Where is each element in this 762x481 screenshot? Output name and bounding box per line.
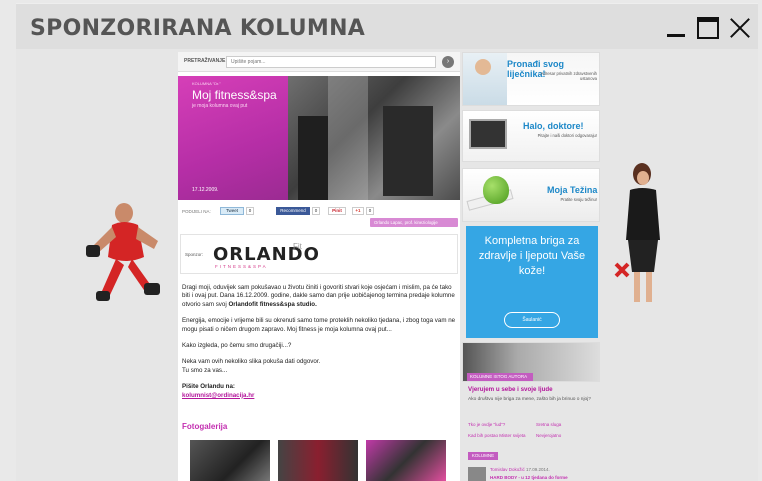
contact-email-link[interactable]: kolumnist@ordinacija.hr	[182, 392, 254, 399]
facebook-count: 0	[312, 207, 320, 215]
article-paragraph: Neka vam ovih nekoliko slika pokuša dati…	[182, 358, 321, 374]
gallery-thumbnail[interactable]	[190, 440, 270, 481]
author-avatar	[468, 467, 486, 481]
ask-doctor-subtitle: Pitajte i naši doktori odgovaraju!	[537, 133, 597, 138]
facebook-recommend-button[interactable]: Recommend	[276, 207, 310, 215]
article-contact: Pišite Orlandu na: kolumnist@ordinacija.h…	[182, 383, 255, 399]
google-plus-count: 0	[366, 207, 374, 215]
minimize-button[interactable]	[665, 17, 687, 39]
article-body: Dragi moji, oduvijek sam pokušavao u živ…	[182, 284, 456, 408]
laptop-image	[469, 119, 507, 149]
tweet-button[interactable]: Tweet	[220, 207, 244, 215]
sponsor-label: Sponzor:	[185, 252, 204, 257]
skin-care-ad-text: Kompletna briga za zdravlje i ljepotu Va…	[478, 235, 586, 277]
find-doctor-subtitle: Adresar privatnih zdravstvenih ustanova	[540, 71, 597, 81]
related-column-link[interactable]: Nevjerojatno	[536, 433, 561, 438]
related-column-link[interactable]: Sretna sluga	[536, 422, 561, 427]
related-column-link[interactable]: Tko je ovdje "lud"?	[468, 422, 505, 427]
list-item[interactable]: Tomislav Dokožić 17.09.2014. HARD BODY -…	[468, 465, 600, 481]
find-doctor-banner[interactable]: Pronađi svog liječnika! Adresar privatni…	[462, 52, 600, 106]
skin-care-ad-logo: Šaulanić	[504, 312, 560, 328]
main-column: PRETRAŽIVANJE › KOLUMNA "Dr." Moj fitnes…	[178, 52, 460, 481]
author-columns-tag: KOLUMNE ISTOG AUTORA	[467, 373, 533, 381]
article-paragraph: Dragi moji, oduvijek sam pokušavao u živ…	[182, 284, 455, 308]
gym-photo	[288, 76, 460, 200]
sponsor-logo: ORLANDO	[213, 244, 320, 265]
hero-banner[interactable]: KOLUMNA "Dr." Moj fitness&spa je moja ko…	[178, 76, 460, 200]
share-bar: PODIJELI NA: Tweet 0 Recommend 0 Pinit +…	[182, 206, 458, 218]
man-with-dumbbells-image	[86, 203, 160, 301]
google-plus-button[interactable]: +1	[352, 207, 364, 215]
arrow-right-icon[interactable]: ›	[442, 56, 454, 68]
search-label: PRETRAŽIVANJE	[184, 58, 226, 64]
hero-date: 17.12.2009.	[192, 187, 219, 193]
sponsor-box[interactable]: Sponzor: ORLANDO Fit FITNESS&SPA	[180, 234, 458, 274]
gallery-title: Fotogalerija	[182, 422, 228, 431]
close-button[interactable]	[729, 17, 751, 39]
ask-doctor-banner[interactable]: Halo, doktore! Pitajte i naši doktori od…	[462, 110, 600, 162]
article-paragraph: Energija, emocije i vrijeme bili su okre…	[182, 317, 456, 333]
gallery-thumbnail[interactable]	[278, 440, 358, 481]
hero-subtitle: je moja kolumna ovaj put	[192, 103, 248, 109]
author-tag[interactable]: Orlando Lapac, prof. kineziologije	[370, 218, 458, 227]
author-columns-banner[interactable]: KOLUMNE ISTOG AUTORA	[462, 342, 600, 382]
hero-title: Moj fitness&spa	[192, 88, 277, 102]
window-titlebar: SPONZORIRANA KOLUMNA	[16, 3, 758, 49]
related-column-link[interactable]: Kad bih postao Mister svijeta	[468, 433, 526, 438]
my-weight-subtitle: Pratite svoju težinu!	[560, 197, 597, 202]
sponsor-logo-sub: FITNESS&SPA	[215, 264, 268, 269]
hero-pink-panel: KOLUMNA "Dr." Moj fitness&spa je moja ko…	[178, 76, 288, 200]
ask-doctor-title: Halo, doktore!	[523, 121, 584, 131]
share-label: PODIJELI NA:	[182, 209, 211, 214]
featured-column-text: Ako društvu nije briga za mene, zašto bi…	[468, 397, 591, 402]
apple-image	[483, 176, 509, 204]
tweet-count: 0	[246, 207, 254, 215]
search-input[interactable]	[226, 56, 436, 68]
featured-column-title[interactable]: Vjerujem u sebe i svoje ljude	[468, 386, 553, 393]
doctors-image	[463, 53, 507, 105]
search-bar: PRETRAŽIVANJE ›	[178, 52, 460, 72]
my-weight-title: Moja Težina	[547, 185, 598, 195]
column-headline: HARD BODY - u 12 tjedana do forme	[490, 475, 568, 480]
hero-kicker: KOLUMNA "Dr."	[192, 81, 221, 86]
sidebar: Pronađi svog liječnika! Adresar privatni…	[460, 52, 602, 481]
maximize-button[interactable]	[697, 17, 719, 39]
pinterest-button[interactable]: Pinit	[328, 207, 346, 215]
gallery-thumbnail[interactable]	[366, 440, 446, 481]
sponsor-logo-fit: Fit	[293, 242, 302, 251]
skin-care-ad[interactable]: Kompletna briga za zdravlje i ljepotu Va…	[466, 226, 598, 338]
column-meta: Tomislav Dokožić 17.09.2014.	[490, 467, 550, 472]
my-weight-banner[interactable]: Moja Težina Pratite svoju težinu!	[462, 168, 600, 222]
article-paragraph: Kako izgleda, po čemu smo drugačiji...?	[182, 342, 292, 350]
columns-tag[interactable]: KOLUMNE	[468, 452, 498, 460]
woman-figure-image	[614, 163, 660, 302]
window-title: SPONZORIRANA KOLUMNA	[30, 16, 366, 41]
